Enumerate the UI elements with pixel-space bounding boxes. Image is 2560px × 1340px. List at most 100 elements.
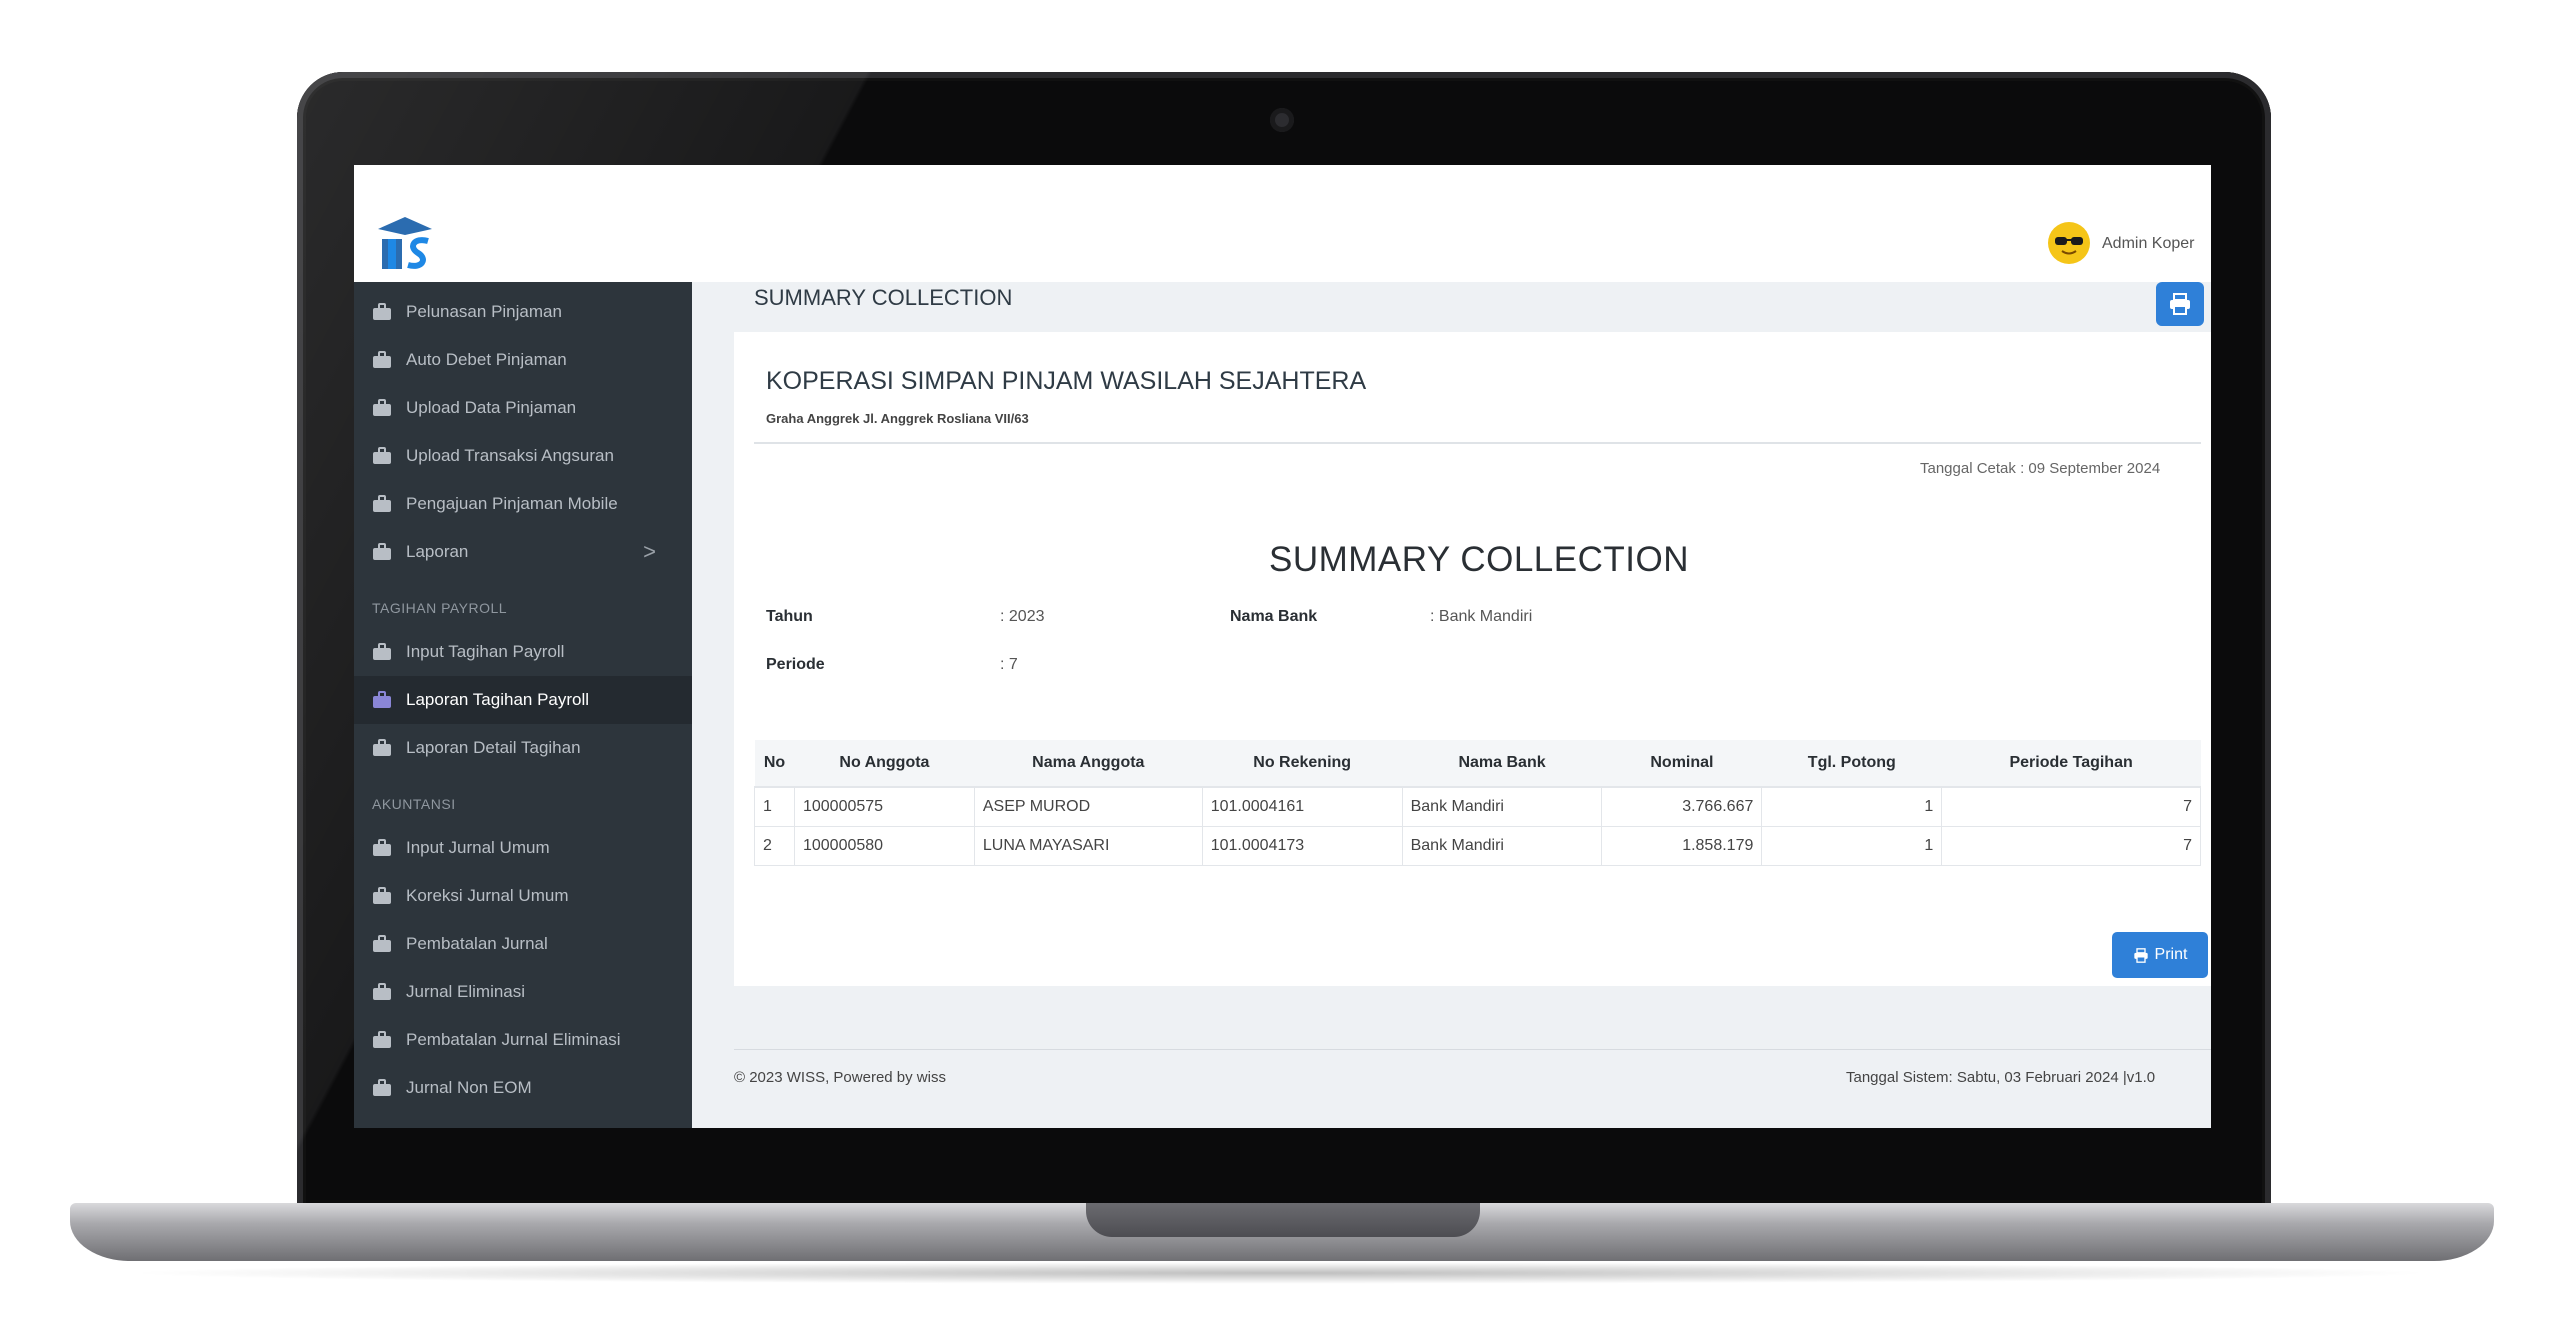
briefcase-icon <box>373 643 391 660</box>
briefcase-icon <box>373 739 391 756</box>
sidebar-item-laporan-tagihan-payroll[interactable]: Laporan Tagihan Payroll <box>354 676 692 724</box>
sidebar-item-label: Upload Transaksi Angsuran <box>406 446 614 465</box>
user-avatar[interactable] <box>2048 222 2090 264</box>
periode-value: : 7 <box>1000 656 1018 673</box>
laptop-shadow <box>120 1262 2440 1284</box>
sidebar-item-pelunasan-pinjaman[interactable]: Pelunasan Pinjaman <box>354 288 692 336</box>
briefcase-icon <box>373 935 391 952</box>
report-panel <box>734 332 2211 986</box>
footer-system-date: Tanggal Sistem: Sabtu, 03 Februari 2024 … <box>1846 1069 2156 1086</box>
header-print-button[interactable] <box>2156 282 2204 326</box>
table-cell: 3.766.667 <box>1601 786 1763 827</box>
sidebar-item-label: Auto Debet Pinjaman <box>406 350 567 369</box>
table-cell: 2 <box>754 826 795 866</box>
summary-table: No No Anggota Nama Anggota No Rekening N… <box>754 740 2201 866</box>
tahun-value: : 2023 <box>1000 608 1045 625</box>
sidebar-item-pengajuan-pinjaman-mobile[interactable]: Pengajuan Pinjaman Mobile <box>354 480 692 528</box>
chevron-right-icon: > <box>643 539 656 564</box>
table-cell: LUNA MAYASARI <box>973 826 1203 866</box>
tahun-label: Tahun <box>766 608 813 625</box>
sidebar-item-label: Laporan Detail Tagihan <box>406 738 581 757</box>
sidebar-item-label: Input Jurnal Umum <box>406 838 550 857</box>
table-row: 2 100000580 LUNA MAYASARI 101.0004173 Ba… <box>754 826 2201 866</box>
sidebar: Pelunasan Pinjaman Auto Debet Pinjaman U… <box>354 282 692 1128</box>
top-navbar: Admin Koper <box>354 165 2211 282</box>
table-cell: 7 <box>1941 786 2201 827</box>
column-header: Periode Tagihan <box>1941 740 2201 788</box>
briefcase-icon <box>373 839 391 856</box>
table-cell: 7 <box>1941 826 2201 866</box>
table-cell: 100000575 <box>793 786 975 827</box>
page-title: SUMMARY COLLECTION <box>754 285 1013 310</box>
briefcase-icon <box>373 399 391 416</box>
wiss-logo[interactable] <box>374 215 436 273</box>
sidebar-item-input-jurnal-umum[interactable]: Input Jurnal Umum <box>354 824 692 872</box>
bank-value: : Bank Mandiri <box>1430 608 1533 625</box>
sidebar-item-label: Upload Data Pinjaman <box>406 398 577 417</box>
column-header: No <box>754 740 795 788</box>
sidebar-item-pembatalan-jurnal[interactable]: Pembatalan Jurnal <box>354 920 692 968</box>
briefcase-icon <box>373 495 391 512</box>
printer-icon <box>2170 293 2190 315</box>
company-address: Graha Anggrek Jl. Anggrek Rosliana VII/6… <box>766 411 1029 426</box>
table-cell: 101.0004161 <box>1201 786 1403 827</box>
report-title: SUMMARY COLLECTION <box>1268 540 1689 579</box>
table-header-row: No No Anggota Nama Anggota No Rekening N… <box>754 740 2201 788</box>
sidebar-item-laporan[interactable]: Laporan > <box>354 528 692 576</box>
sidebar-item-label: Jurnal Non EOM <box>406 1078 532 1097</box>
table-cell: 1 <box>1761 786 1943 827</box>
briefcase-icon <box>373 983 391 1000</box>
table-cell: Bank Mandiri <box>1401 826 1603 866</box>
table-cell: 100000580 <box>793 826 975 866</box>
briefcase-icon <box>373 543 391 560</box>
column-header: No Rekening <box>1202 740 1403 788</box>
table-cell: ASEP MUROD <box>973 786 1203 827</box>
sidebar-item-label: Pelunasan Pinjaman <box>406 302 562 321</box>
sidebar-item-input-tagihan-payroll[interactable]: Input Tagihan Payroll <box>354 628 692 676</box>
sunglasses-face-icon <box>2055 237 2083 255</box>
column-header: Nama Anggota <box>974 740 1203 788</box>
briefcase-icon <box>373 887 391 904</box>
user-name[interactable]: Admin Koper <box>2102 235 2195 253</box>
footer-copyright: © 2023 WISS, Powered by wiss <box>734 1069 946 1086</box>
periode-label: Periode <box>766 656 825 673</box>
section-label-tagihan-payroll: TAGIHAN PAYROLL <box>372 600 508 616</box>
column-header: Nama Bank <box>1402 740 1602 788</box>
column-header: Nominal <box>1601 740 1762 788</box>
table-cell: 1 <box>1761 826 1943 866</box>
sidebar-item-pembatalan-jurnal-eliminasi[interactable]: Pembatalan Jurnal Eliminasi <box>354 1016 692 1064</box>
sidebar-item-koreksi-jurnal-umum[interactable]: Koreksi Jurnal Umum <box>354 872 692 920</box>
sidebar-item-upload-transaksi-angsuran[interactable]: Upload Transaksi Angsuran <box>354 432 692 480</box>
table-cell: 1 <box>754 786 795 827</box>
sidebar-item-label: Koreksi Jurnal Umum <box>406 886 569 905</box>
column-header: No Anggota <box>794 740 975 788</box>
divider <box>754 442 2201 444</box>
sidebar-item-label: Pembatalan Jurnal <box>406 934 548 953</box>
print-date: Tanggal Cetak : 09 September 2024 <box>1920 460 2161 477</box>
sidebar-item-auto-debet-pinjaman[interactable]: Auto Debet Pinjaman <box>354 336 692 384</box>
sidebar-item-label: Laporan <box>406 542 469 561</box>
sidebar-item-label: Input Tagihan Payroll <box>406 642 565 661</box>
briefcase-icon <box>373 351 391 368</box>
webcam <box>1270 108 1294 132</box>
sidebar-item-label: Pengajuan Pinjaman Mobile <box>406 494 618 513</box>
company-name: KOPERASI SIMPAN PINJAM WASILAH SEJAHTERA <box>766 367 1367 395</box>
section-label-akuntansi: AKUNTANSI <box>372 796 456 812</box>
table-cell: 101.0004173 <box>1201 826 1403 866</box>
sidebar-item-label: Pembatalan Jurnal Eliminasi <box>406 1030 621 1049</box>
briefcase-icon <box>373 303 391 320</box>
sidebar-item-laporan-detail-tagihan[interactable]: Laporan Detail Tagihan <box>354 724 692 772</box>
bank-label: Nama Bank <box>1230 608 1318 625</box>
sidebar-item-jurnal-non-eom[interactable]: Jurnal Non EOM <box>354 1064 692 1112</box>
sidebar-item-jurnal-eliminasi[interactable]: Jurnal Eliminasi <box>354 968 692 1016</box>
laptop-base-notch <box>1086 1203 1480 1237</box>
printer-icon <box>2133 947 2148 963</box>
briefcase-icon <box>373 1079 391 1096</box>
table-cell: Bank Mandiri <box>1401 786 1603 827</box>
sidebar-item-upload-data-pinjaman[interactable]: Upload Data Pinjaman <box>354 384 692 432</box>
briefcase-icon <box>373 691 391 708</box>
column-header: Tgl. Potong <box>1761 740 1942 788</box>
sidebar-item-label: Laporan Tagihan Payroll <box>406 690 590 709</box>
table-cell: 1.858.179 <box>1601 826 1763 866</box>
print-button[interactable]: Print <box>2112 932 2208 978</box>
